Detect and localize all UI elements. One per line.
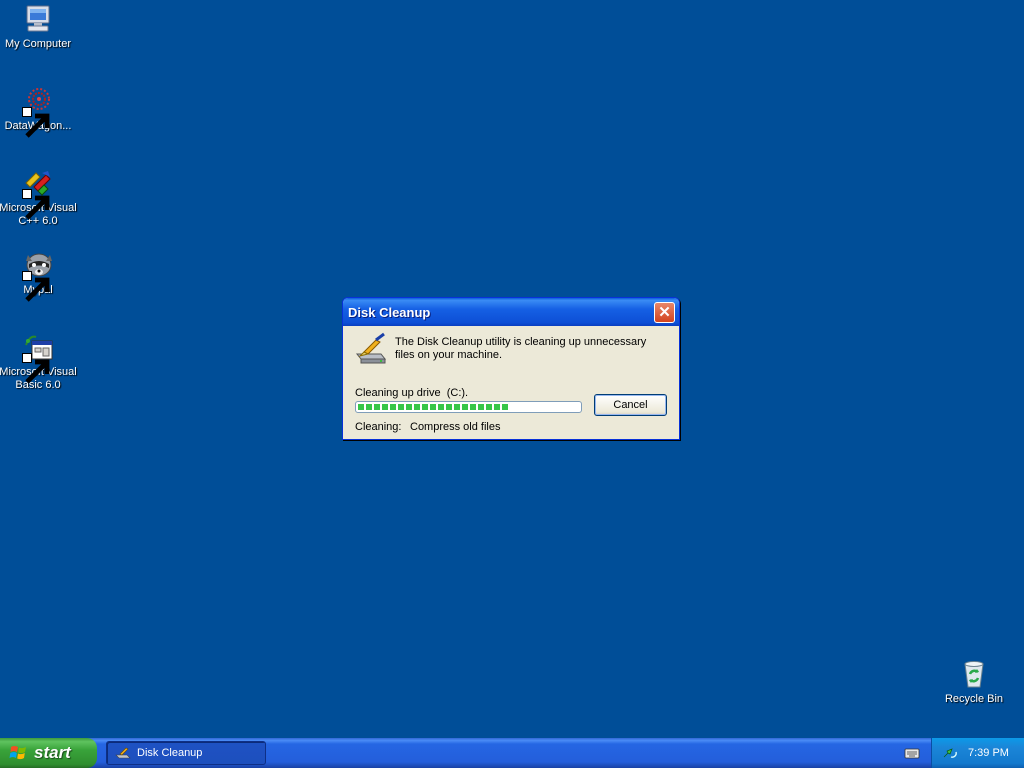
desktop-icon-mypal[interactable]: Mypal bbox=[0, 249, 78, 302]
desktop-icon-label: My Computer bbox=[4, 38, 72, 50]
recycle-bin-icon bbox=[958, 658, 990, 690]
progress-fill bbox=[358, 404, 509, 410]
cleanup-progress-bar bbox=[355, 401, 582, 413]
windows-logo-icon bbox=[9, 746, 26, 760]
visual-basic-icon bbox=[22, 331, 54, 384]
visual-cpp-icon bbox=[22, 167, 54, 220]
taskbar-button-disk-cleanup[interactable]: Disk Cleanup bbox=[106, 741, 266, 765]
cleaning-label: Cleaning: bbox=[355, 421, 402, 433]
desktop-icon-my-computer[interactable]: My Computer bbox=[0, 3, 78, 51]
close-icon: ✕ bbox=[658, 304, 671, 321]
desktop-icon-datawagon[interactable]: DataWagon... bbox=[0, 85, 78, 138]
shortcut-arrow-icon bbox=[22, 353, 50, 384]
start-label: start bbox=[34, 743, 71, 762]
disk-cleanup-icon bbox=[115, 747, 131, 759]
dialog-body: The Disk Cleanup utility is cleaning up … bbox=[343, 326, 679, 439]
shortcut-arrow-icon bbox=[22, 189, 50, 220]
start-button[interactable]: start bbox=[0, 738, 97, 768]
dialog-title: Disk Cleanup bbox=[348, 304, 431, 320]
desktop-icon-visual-cpp[interactable]: Microsoft Visual C++ 6.0 bbox=[0, 167, 78, 228]
datawagon-icon bbox=[22, 85, 54, 138]
dialog-titlebar[interactable]: Disk Cleanup ✕ bbox=[343, 298, 679, 326]
taskbar: start Disk Cleanup 7:39 PM bbox=[0, 738, 1024, 768]
my-computer-icon bbox=[22, 3, 54, 35]
desktop-icon-visual-basic[interactable]: Microsoft Visual Basic 6.0 bbox=[0, 331, 78, 392]
network-icon[interactable] bbox=[942, 745, 958, 761]
dialog-message: The Disk Cleanup utility is cleaning up … bbox=[395, 336, 647, 361]
shortcut-arrow-icon bbox=[22, 107, 50, 138]
close-button[interactable]: ✕ bbox=[654, 301, 675, 323]
task-label: Disk Cleanup bbox=[137, 747, 203, 759]
keyboard-icon[interactable] bbox=[904, 746, 920, 760]
cleaning-value: Compress old files bbox=[410, 421, 501, 433]
shortcut-arrow-icon bbox=[22, 271, 50, 302]
desktop-icon-label: Recycle Bin bbox=[944, 693, 1004, 705]
drive-label: Cleaning up drive (C:). bbox=[355, 387, 469, 399]
clock[interactable]: 7:39 PM bbox=[968, 747, 1009, 759]
cancel-button[interactable]: Cancel bbox=[594, 394, 667, 416]
desktop-icon-recycle-bin[interactable]: Recycle Bin bbox=[934, 658, 1014, 706]
disk-cleanup-icon bbox=[354, 332, 388, 366]
mypal-icon bbox=[22, 249, 54, 302]
system-tray: 7:39 PM bbox=[931, 738, 1024, 768]
disk-cleanup-dialog: Disk Cleanup ✕ The Disk Cleanup utility … bbox=[342, 297, 680, 440]
